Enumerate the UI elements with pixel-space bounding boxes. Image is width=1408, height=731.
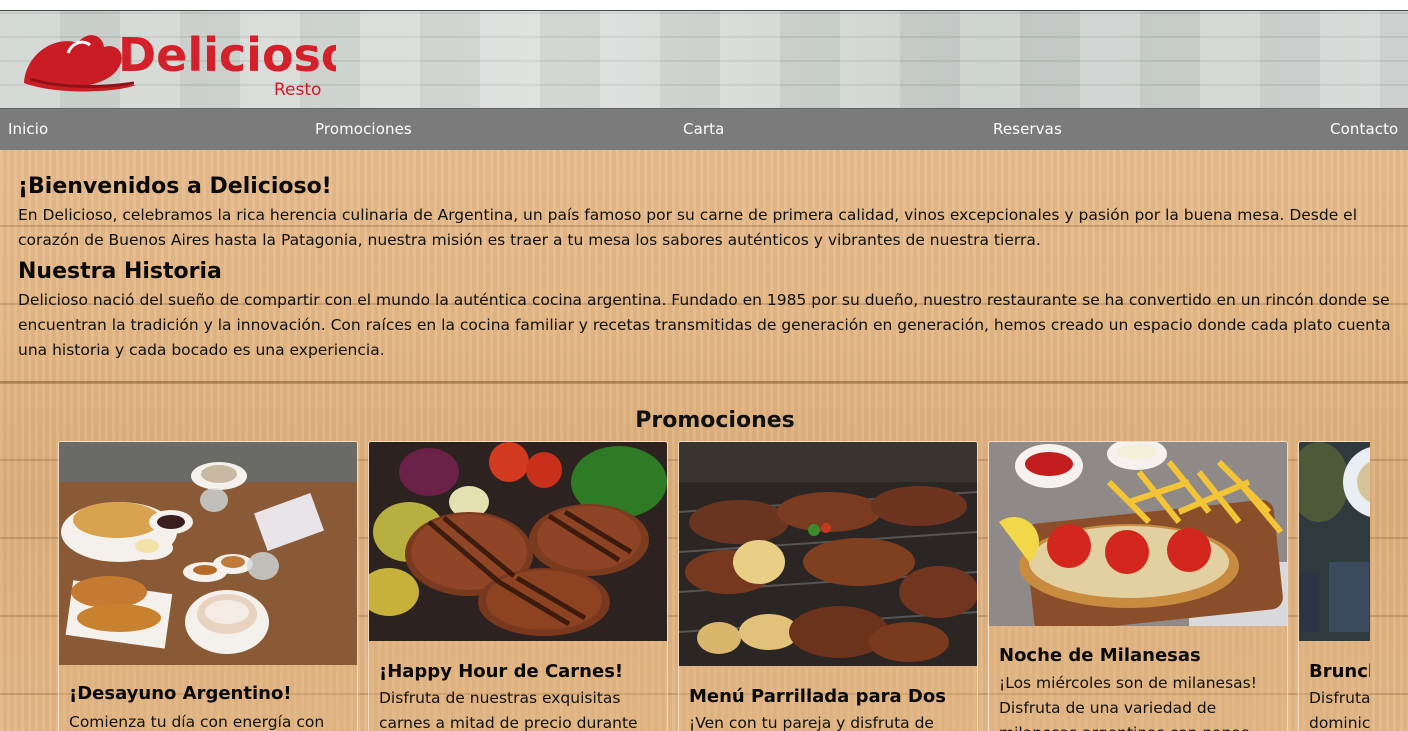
promo-card-text: ¡Los miércoles son de milanesas! Disfrut… [999, 674, 1257, 731]
section-divider [0, 381, 1408, 384]
promo-card[interactable]: ¡Desayuno Argentino! Comienza tu día con… [58, 441, 358, 731]
delicioso-logo[interactable]: Delicioso Resto [16, 13, 336, 105]
promo-card[interactable]: ¡Happy Hour de Carnes! Disfruta de nuest… [368, 441, 668, 731]
promo-card-text: Disfruta dominic [1309, 689, 1370, 731]
top-border [0, 0, 1408, 11]
brunch-photo [1299, 442, 1370, 641]
promo-card-title: ¡Happy Hour de Carnes! [379, 661, 624, 682]
history-section: Nuestra Historia Delicioso nació del sue… [18, 259, 1408, 363]
promo-card-text: ¡Ven con tu pareja y disfruta de [689, 714, 934, 731]
milanesa-photo [989, 442, 1287, 626]
nav-carta[interactable]: Carta [683, 120, 724, 138]
nav-reservas[interactable]: Reservas [993, 120, 1062, 138]
parrillada-grill-photo [679, 442, 977, 666]
breakfast-photo [59, 442, 357, 665]
grilled-steaks-photo [369, 442, 667, 641]
svg-text:Resto: Resto [274, 80, 321, 100]
promo-card-text: Comienza tu día con energía con [69, 713, 325, 731]
nav-contacto[interactable]: Contacto [1330, 120, 1398, 138]
main-navigation: Inicio Promociones Carta Reservas Contac… [0, 108, 1408, 152]
promo-card-title: ¡Desayuno Argentino! [69, 683, 292, 704]
history-text: Delicioso nació del sueño de compartir c… [18, 291, 1391, 359]
svg-text:Delicioso: Delicioso [118, 28, 336, 82]
promo-card-title: Noche de Milanesas [999, 645, 1201, 666]
promo-card[interactable]: Brunch Disfruta dominic [1298, 441, 1370, 731]
promo-card-title: Brunch [1309, 661, 1370, 682]
history-title: Nuestra Historia [18, 259, 222, 284]
nav-promociones[interactable]: Promociones [315, 120, 412, 138]
welcome-section: ¡Bienvenidos a Delicioso! En Delicioso, … [18, 174, 1408, 253]
promotions-title: Promociones [635, 408, 795, 433]
nav-inicio[interactable]: Inicio [8, 120, 48, 138]
promo-card-title: Menú Parrillada para Dos [689, 686, 946, 707]
promo-card[interactable]: Noche de Milanesas ¡Los miércoles son de… [988, 441, 1288, 731]
promotions-carousel[interactable]: ¡Desayuno Argentino! Comienza tu día con… [58, 441, 1370, 731]
site-header: Delicioso Resto [0, 11, 1408, 108]
promo-card-text: Disfruta de nuestras exquisitas carnes a… [379, 689, 638, 731]
main-content: ¡Bienvenidos a Delicioso! En Delicioso, … [0, 150, 1408, 731]
promo-card[interactable]: Menú Parrillada para Dos ¡Ven con tu par… [678, 441, 978, 731]
welcome-text: En Delicioso, celebramos la rica herenci… [18, 206, 1358, 249]
welcome-title: ¡Bienvenidos a Delicioso! [18, 174, 332, 199]
